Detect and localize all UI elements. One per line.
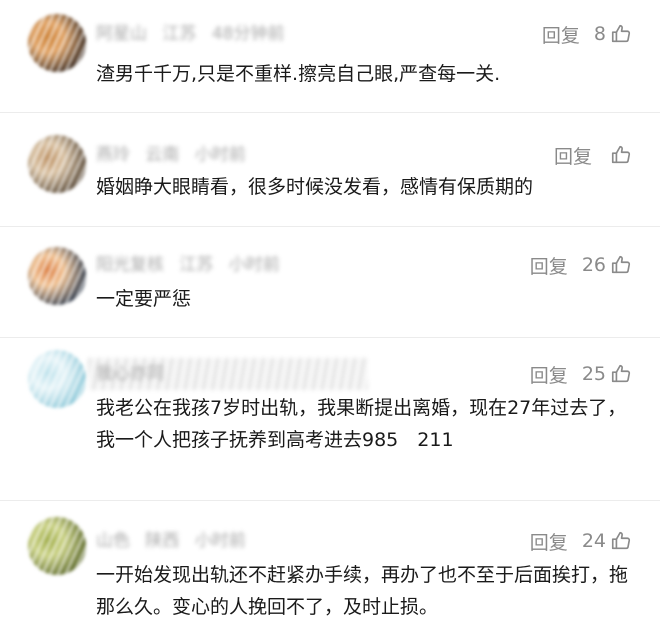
comment-text: 渣男千千万,只是不重样.擦亮自己眼,严查每一关. bbox=[96, 63, 501, 85]
comment-meta: 山色 陕西 小时前 bbox=[96, 529, 246, 553]
username[interactable]: 山色 bbox=[96, 531, 130, 551]
comment-actions: 回复 8 bbox=[542, 20, 632, 48]
username[interactable]: 阳光复核 bbox=[96, 255, 164, 275]
avatar[interactable] bbox=[28, 350, 86, 408]
avatar[interactable] bbox=[28, 247, 86, 305]
timestamp: 小时前 bbox=[228, 255, 280, 275]
comment-text: 婚姻睁大眼睛看，很多时候没发看，感情有保质期的 bbox=[96, 176, 534, 198]
thumbs-up-icon bbox=[611, 24, 631, 43]
like-button[interactable]: 24 bbox=[582, 530, 632, 552]
like-button[interactable]: 25 bbox=[582, 363, 632, 385]
avatar[interactable] bbox=[28, 135, 86, 193]
reply-button[interactable]: 回复 bbox=[530, 252, 568, 279]
comment-actions: 回复 24 bbox=[530, 527, 632, 555]
comment-meta: 我心亦同 bbox=[88, 358, 368, 390]
comment-text: 一定要严惩 bbox=[96, 288, 192, 310]
comment-actions: 回复 26 bbox=[530, 251, 632, 279]
username[interactable]: 我心亦同 bbox=[96, 364, 164, 384]
like-count: 8 bbox=[593, 23, 606, 45]
like-button[interactable]: 26 bbox=[582, 254, 632, 276]
timestamp: 小时前 bbox=[194, 145, 246, 165]
comment-actions: 回复 25 bbox=[530, 360, 632, 388]
thumbs-up-icon bbox=[611, 145, 631, 164]
location: 江苏 bbox=[162, 24, 197, 44]
like-button[interactable] bbox=[606, 144, 632, 166]
like-button[interactable]: 8 bbox=[594, 23, 632, 45]
comment-text: 一开始发现出轨还不赶紧办手续，再办了也不至于后面挨打，拖那么久。变心的人挽回不了… bbox=[96, 564, 629, 618]
comment-meta: 阿星山 江苏 48分钟前 bbox=[96, 22, 284, 46]
comment-meta: 阳光复核 江苏 小时前 bbox=[96, 253, 280, 277]
avatar[interactable] bbox=[28, 517, 86, 575]
comment-actions: 回复 bbox=[554, 141, 632, 169]
avatar[interactable] bbox=[28, 14, 86, 72]
timestamp: 小时前 bbox=[194, 531, 246, 551]
location: 云南 bbox=[145, 145, 180, 165]
thumbs-up-icon bbox=[611, 531, 631, 550]
like-count: 26 bbox=[581, 254, 606, 276]
reply-button[interactable]: 回复 bbox=[554, 142, 592, 169]
thumbs-up-icon bbox=[611, 255, 631, 274]
location: 陕西 bbox=[145, 531, 180, 551]
reply-button[interactable]: 回复 bbox=[530, 528, 568, 555]
comment-meta: 燕玲 云南 小时前 bbox=[96, 143, 246, 167]
like-count: 24 bbox=[581, 530, 606, 552]
comment-item: 阿星山 江苏 48分钟前 回复 8 渣男千千万,只是不重样.擦亮自己眼,严查每一… bbox=[0, 0, 660, 112]
username[interactable]: 燕玲 bbox=[96, 145, 130, 165]
comment-item: 燕玲 云南 小时前 回复 婚姻睁大眼睛看，很多时候没发看，感情有保质期的 bbox=[0, 113, 660, 226]
location: 江苏 bbox=[179, 255, 214, 275]
comment-item: 阳光复核 江苏 小时前 回复 26 一定要严惩 bbox=[0, 227, 660, 337]
timestamp: 48分钟前 bbox=[211, 24, 285, 44]
comment-item: 我心亦同 回复 25 我老公在我孩7岁时出轨，我果断提出离婚，现在27年过去了，… bbox=[0, 338, 660, 500]
reply-button[interactable]: 回复 bbox=[542, 21, 580, 48]
username[interactable]: 阿星山 bbox=[96, 24, 147, 44]
comment-text: 我老公在我孩7岁时出轨，我果断提出离婚，现在27年过去了，我一个人把孩子抚养到高… bbox=[96, 397, 627, 451]
comment-feed: 阿星山 江苏 48分钟前 回复 8 渣男千千万,只是不重样.擦亮自己眼,严查每一… bbox=[0, 0, 660, 640]
thumbs-up-icon bbox=[611, 364, 631, 383]
reply-button[interactable]: 回复 bbox=[530, 361, 568, 388]
comment-item: 山色 陕西 小时前 回复 24 一开始发现出轨还不赶紧办手续，再办了也不至于后面… bbox=[0, 501, 660, 640]
like-count: 25 bbox=[581, 363, 606, 385]
